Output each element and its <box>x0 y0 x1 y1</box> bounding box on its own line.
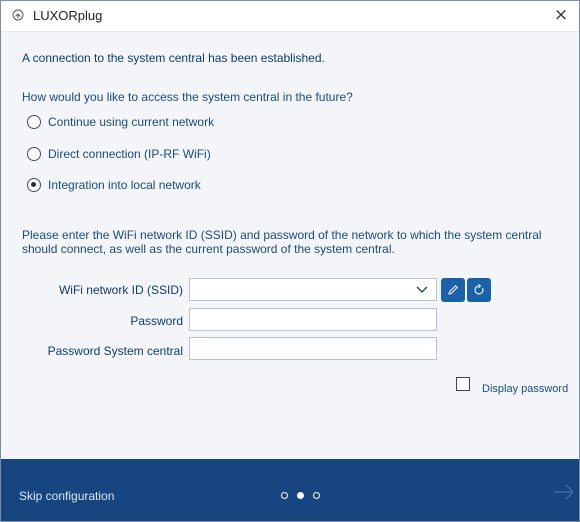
refresh-networks-button[interactable] <box>467 278 491 302</box>
password-field[interactable] <box>189 308 437 331</box>
display-password-checkbox[interactable] <box>456 377 470 391</box>
chevron-down-icon[interactable] <box>416 283 428 295</box>
arrow-right-icon[interactable] <box>553 483 575 501</box>
option-current-network[interactable]: Continue using current network <box>27 112 214 132</box>
edit-ssid-button[interactable] <box>441 278 465 302</box>
window-title: LUXORplug <box>33 8 103 23</box>
ssid-select[interactable] <box>189 278 437 301</box>
option-label: Integration into local network <box>48 178 201 192</box>
credentials-instruction: Please enter the WiFi network ID (SSID) … <box>22 228 542 256</box>
option-label: Continue using current network <box>48 115 215 129</box>
radio-button-selected[interactable] <box>27 178 41 192</box>
step-dot <box>313 491 320 499</box>
central-password-field[interactable] <box>189 337 437 360</box>
central-password-label: Password System central <box>47 344 183 358</box>
footer-bar: Skip configuration <box>1 459 579 521</box>
display-password-label: Display password <box>482 383 569 395</box>
option-direct-connection[interactable]: Direct connection (IP-RF WiFi) <box>27 144 211 164</box>
option-label: Direct connection (IP-RF WiFi) <box>48 147 211 161</box>
dialog-window: LUXORplug × A connection to the system c… <box>0 0 580 522</box>
radio-button[interactable] <box>27 115 41 129</box>
close-button[interactable]: × <box>551 4 571 26</box>
step-dot <box>281 491 288 499</box>
step-indicator <box>281 489 329 501</box>
title-bar: LUXORplug × <box>1 1 579 31</box>
option-local-network[interactable]: Integration into local network <box>27 175 201 195</box>
step-dot-current <box>297 491 304 499</box>
radio-button[interactable] <box>27 147 41 161</box>
access-question: How would you like to access the system … <box>22 90 353 104</box>
password-label: Password <box>130 314 183 328</box>
plug-icon <box>12 9 24 21</box>
main-content: A connection to the system central has b… <box>1 31 579 460</box>
refresh-icon <box>474 284 484 295</box>
connection-status-message: A connection to the system central has b… <box>22 51 325 65</box>
pencil-icon <box>448 285 458 295</box>
ssid-label: WiFi network ID (SSID) <box>58 283 183 297</box>
skip-configuration-link[interactable]: Skip configuration <box>19 489 114 503</box>
